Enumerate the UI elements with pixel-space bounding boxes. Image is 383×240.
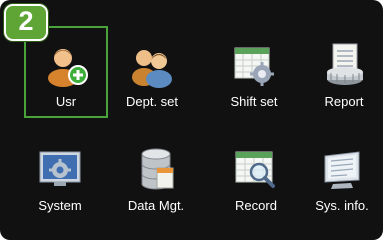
system-info-monitor-icon bbox=[319, 146, 365, 192]
menu-tile-sys-info[interactable]: Sys. info. bbox=[298, 130, 383, 222]
menu-tile-data-mgt[interactable]: Data Mgt. bbox=[112, 130, 200, 222]
step-badge: 2 bbox=[4, 4, 48, 41]
menu-label-system: System bbox=[38, 198, 82, 213]
department-users-icon bbox=[129, 42, 175, 88]
menu-label-shift-set: Shift set bbox=[230, 94, 278, 109]
menu-tile-report[interactable]: Report bbox=[300, 26, 383, 118]
record-search-icon bbox=[233, 146, 279, 192]
menu-tile-dept-set[interactable]: Dept. set bbox=[108, 26, 196, 118]
menu-label-dept-set: Dept. set bbox=[125, 94, 179, 109]
menu-tile-system[interactable]: System bbox=[16, 130, 104, 222]
database-icon bbox=[133, 146, 179, 192]
menu-tile-shift-set[interactable]: Shift set bbox=[210, 26, 298, 118]
menu-tile-record[interactable]: Record bbox=[212, 130, 300, 222]
user-add-icon bbox=[43, 42, 89, 88]
report-scroll-icon bbox=[321, 42, 367, 88]
menu-label-usr: Usr bbox=[55, 94, 77, 109]
shift-calendar-gear-icon bbox=[231, 42, 277, 88]
system-monitor-gear-icon bbox=[37, 146, 83, 192]
main-menu-screen: 2 Usr Dept. set Shift set Report System … bbox=[0, 0, 383, 240]
menu-label-data-mgt: Data Mgt. bbox=[127, 198, 185, 213]
menu-label-record: Record bbox=[235, 198, 277, 213]
menu-label-sys-info: Sys. info. bbox=[315, 198, 369, 213]
menu-label-report: Report bbox=[324, 94, 364, 109]
